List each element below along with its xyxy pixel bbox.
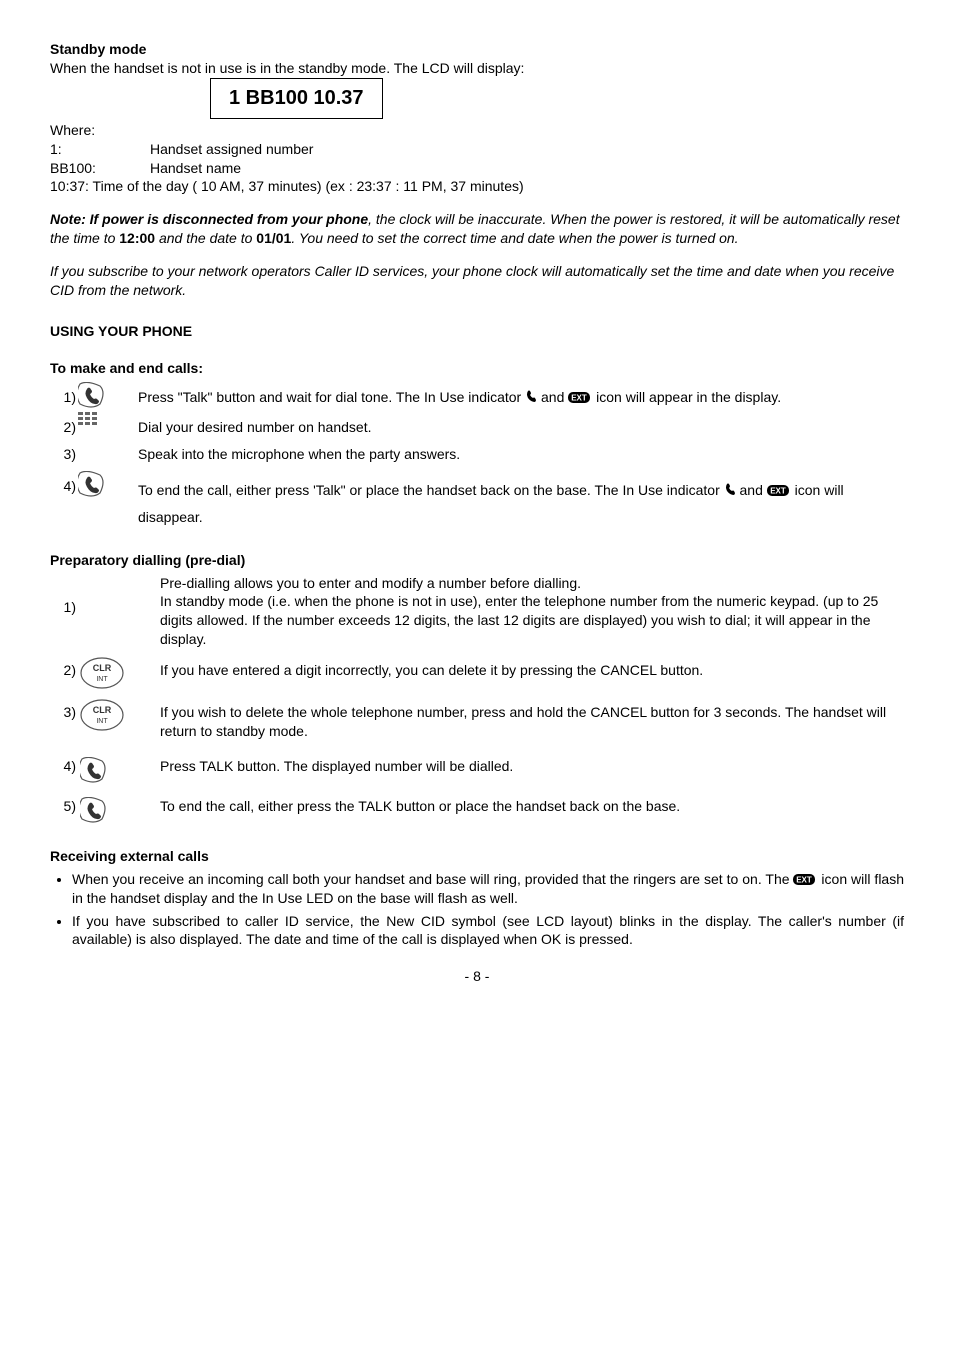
step-text: Press "Talk" button and wait for dial to… xyxy=(138,382,904,407)
in-use-indicator-icon xyxy=(525,390,537,404)
in-use-indicator-icon xyxy=(724,483,736,497)
step-num: 1) xyxy=(50,382,76,407)
step-text: To end the call, either press 'Talk" or … xyxy=(138,471,904,530)
standby-heading: Standby mode xyxy=(50,40,904,59)
clr-int-key-icon xyxy=(80,657,126,691)
prep-heading: Preparatory dialling (pre-dial) xyxy=(50,551,904,570)
prep-intro-line: Pre-dialling allows you to enter and mod… xyxy=(160,574,904,593)
step-num: 2) xyxy=(50,655,76,680)
make-end-heading: To make and end calls: xyxy=(50,359,904,378)
list-item: When you receive an incoming call both y… xyxy=(72,870,904,908)
ext-icon xyxy=(793,874,817,886)
power-note: Note: If power is disconnected from your… xyxy=(50,210,904,248)
step-num: 5) xyxy=(50,795,76,816)
step-text: Press TALK button. The displayed number … xyxy=(160,755,904,776)
cid-note: If you subscribe to your network operato… xyxy=(50,262,904,300)
ext-icon xyxy=(568,392,592,404)
step-text: If you wish to delete the whole telephon… xyxy=(160,697,904,741)
receiving-list: When you receive an incoming call both y… xyxy=(72,870,904,950)
step-text: Dial your desired number on handset. xyxy=(138,412,904,437)
talk-key-icon xyxy=(80,757,108,785)
step-text: Speak into the microphone when the party… xyxy=(138,439,904,464)
clr-int-key-icon xyxy=(80,699,126,733)
keypad-icon xyxy=(78,412,98,426)
ext-icon xyxy=(767,485,791,497)
standby-intro: When the handset is not in use is in the… xyxy=(50,59,904,78)
page-number: - 8 - xyxy=(50,967,904,986)
talk-key-icon xyxy=(80,797,108,825)
lcd-display-box: 1 BB100 10.37 xyxy=(210,78,383,119)
def-2-label: BB100: xyxy=(50,159,150,178)
list-item: If you have subscribed to caller ID serv… xyxy=(72,912,904,950)
talk-key-icon xyxy=(78,382,106,410)
receiving-heading: Receiving external calls xyxy=(50,847,904,866)
time-line: 10:37: Time of the day ( 10 AM, 37 minut… xyxy=(50,177,904,196)
talk-key-icon xyxy=(78,471,106,499)
step-text: To end the call, either press the TALK b… xyxy=(160,795,904,816)
step-text: In standby mode (i.e. when the phone is … xyxy=(160,592,904,649)
step-text: If you have entered a digit incorrectly,… xyxy=(160,655,904,680)
using-your-phone-heading: USING YOUR PHONE xyxy=(50,322,904,341)
step-num: 3) xyxy=(50,697,76,722)
step-num: 2) xyxy=(50,412,76,437)
step-num: 4) xyxy=(50,755,76,776)
def-1-text: Handset assigned number xyxy=(150,140,313,159)
step-num: 1) xyxy=(50,592,76,617)
step-num: 4) xyxy=(50,471,76,496)
def-2-text: Handset name xyxy=(150,159,241,178)
def-1-label: 1: xyxy=(50,140,150,159)
step-num: 3) xyxy=(50,439,76,464)
where-label: Where: xyxy=(50,121,904,140)
